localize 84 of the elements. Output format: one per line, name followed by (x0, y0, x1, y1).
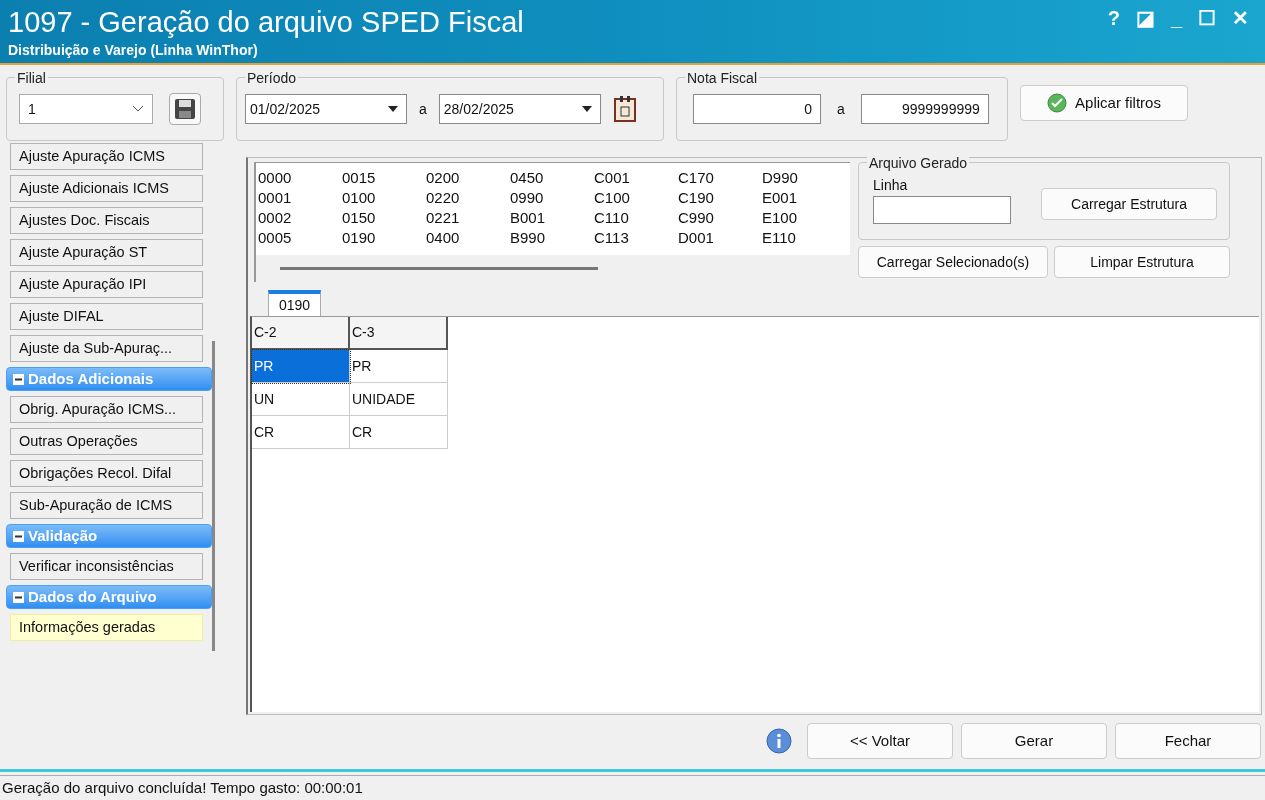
sidebar-item[interactable]: Obrigações Recol. Difal (10, 460, 203, 487)
sidebar-item[interactable]: Ajuste Apuração ICMS (10, 143, 203, 170)
register-code[interactable]: B990 (510, 227, 594, 247)
register-code[interactable]: C113 (594, 227, 678, 247)
column-header[interactable]: C-2 (252, 317, 350, 350)
sidebar-item[interactable]: Ajuste Adicionais ICMS (10, 175, 203, 202)
register-code[interactable]: 0990 (510, 187, 594, 207)
register-code[interactable]: 0005 (258, 227, 342, 247)
chevron-down-icon[interactable] (132, 105, 144, 113)
clear-structure-button[interactable]: Limpar Estrutura (1054, 246, 1230, 278)
register-code[interactable]: C001 (594, 167, 678, 187)
register-code[interactable]: B001 (510, 207, 594, 227)
number-field[interactable]: 9999999999 (860, 94, 989, 124)
sidebar-item[interactable]: Ajuste DIFAL (10, 303, 203, 330)
register-code[interactable]: 0000 (258, 167, 342, 187)
line-input-field[interactable] (873, 196, 1011, 224)
apply-filters-button[interactable]: Aplicar filtros (1020, 85, 1188, 121)
column-header[interactable]: C-3 (350, 317, 448, 350)
register-code[interactable]: 0220 (426, 187, 510, 207)
register-code[interactable]: 0450 (510, 167, 594, 187)
sidebar-item[interactable]: Obrig. Apuração ICMS... (10, 396, 203, 423)
scrollbar-thumb[interactable] (280, 267, 598, 270)
date-field[interactable]: 28/02/2025 (438, 94, 601, 124)
sidebar-item[interactable]: Sub-Apuração de ICMS (10, 492, 203, 519)
range-separator: a (837, 99, 845, 119)
collapse-icon[interactable] (13, 530, 24, 542)
load-selected-button[interactable]: Carregar Selecionado(s) (858, 246, 1048, 278)
register-code[interactable]: C990 (678, 207, 762, 227)
sidebar-item[interactable]: Ajuste Apuração ST (10, 239, 203, 266)
sidebar-item[interactable]: Ajuste da Sub-Apuraç... (10, 335, 203, 362)
status-bar: Geração do arquivo concluída! Tempo gasto: 00:00:01 (0, 775, 1265, 800)
dropdown-arrow-icon[interactable] (388, 106, 398, 112)
register-code[interactable]: 0002 (258, 207, 342, 227)
sidebar-item[interactable]: Verificar inconsistências (10, 553, 203, 580)
register-code[interactable]: 0001 (258, 187, 342, 207)
register-code[interactable]: 0150 (342, 207, 426, 227)
field-label: Linha (873, 176, 909, 195)
register-code[interactable]: 0200 (426, 167, 510, 187)
tab[interactable]: 0190 (268, 290, 322, 316)
register-code[interactable]: E110 (762, 227, 846, 247)
number-field[interactable]: 0 (693, 94, 821, 124)
register-code[interactable]: C100 (594, 187, 678, 207)
table-cell[interactable]: UN (252, 383, 350, 416)
register-code[interactable]: E001 (762, 187, 846, 207)
table-cell[interactable]: UNIDADE (350, 383, 448, 416)
collapse-icon[interactable] (13, 373, 24, 385)
sidebar-item[interactable]: Ajuste Apuração IPI (10, 271, 203, 298)
window-title: 1097 - Geração do arquivo SPED Fiscal (8, 5, 524, 40)
sidebar-item[interactable]: Outras Operações (10, 428, 203, 455)
sidebar-item[interactable]: Ajustes Doc. Fiscais (10, 207, 203, 234)
date-field[interactable]: 01/02/2025 (245, 94, 407, 124)
register-code[interactable]: 0190 (342, 227, 426, 247)
dropdown-arrow-icon[interactable] (581, 106, 592, 112)
register-code[interactable]: D001 (678, 227, 762, 247)
info-icon[interactable] (765, 727, 793, 755)
register-code[interactable]: C110 (594, 207, 678, 227)
table-cell[interactable]: CR (252, 416, 350, 449)
register-list[interactable]: 0000 0015 0200 0450 C001 C170 D990 0001 0100 0220 0990 C100 C190 E001 0002 0150 0221 B001 C110 C990 E100 0005 0190 0400 B990 C113 D001 E110 (254, 162, 850, 282)
section-title: Dados Adicionais (28, 368, 154, 389)
save-icon[interactable] (169, 93, 201, 125)
register-code[interactable]: E100 (762, 207, 846, 227)
action-button[interactable]: Gerar (961, 723, 1107, 759)
sidebar-item[interactable]: Informações geradas (10, 614, 203, 641)
table-cell[interactable]: PR (350, 350, 448, 383)
check-icon (1047, 93, 1068, 113)
register-code[interactable]: 0400 (426, 227, 510, 247)
calendar-icon[interactable] (612, 96, 637, 122)
table-cell[interactable]: CR (350, 416, 448, 449)
action-button[interactable]: Fechar (1115, 723, 1261, 759)
filial-dropdown[interactable]: 1 (19, 94, 153, 124)
register-code[interactable]: 0100 (342, 187, 426, 207)
register-code[interactable]: 0221 (426, 207, 510, 227)
load-structure-button[interactable]: Carregar Estrutura (1041, 188, 1217, 220)
register-code[interactable]: 0015 (342, 167, 426, 187)
section-title: Dados do Arquivo (28, 586, 157, 607)
action-button[interactable]: << Voltar (807, 723, 953, 759)
range-separator: a (419, 99, 427, 119)
collapse-icon[interactable] (13, 591, 24, 603)
register-code[interactable]: D990 (762, 167, 846, 187)
register-code[interactable]: C190 (678, 187, 762, 207)
register-code[interactable]: C170 (678, 167, 762, 187)
section-title: Validação (28, 525, 98, 546)
table-cell[interactable]: PR (252, 350, 350, 383)
window-subtitle: Distribuição e Varejo (Linha WinThor) (8, 41, 259, 60)
